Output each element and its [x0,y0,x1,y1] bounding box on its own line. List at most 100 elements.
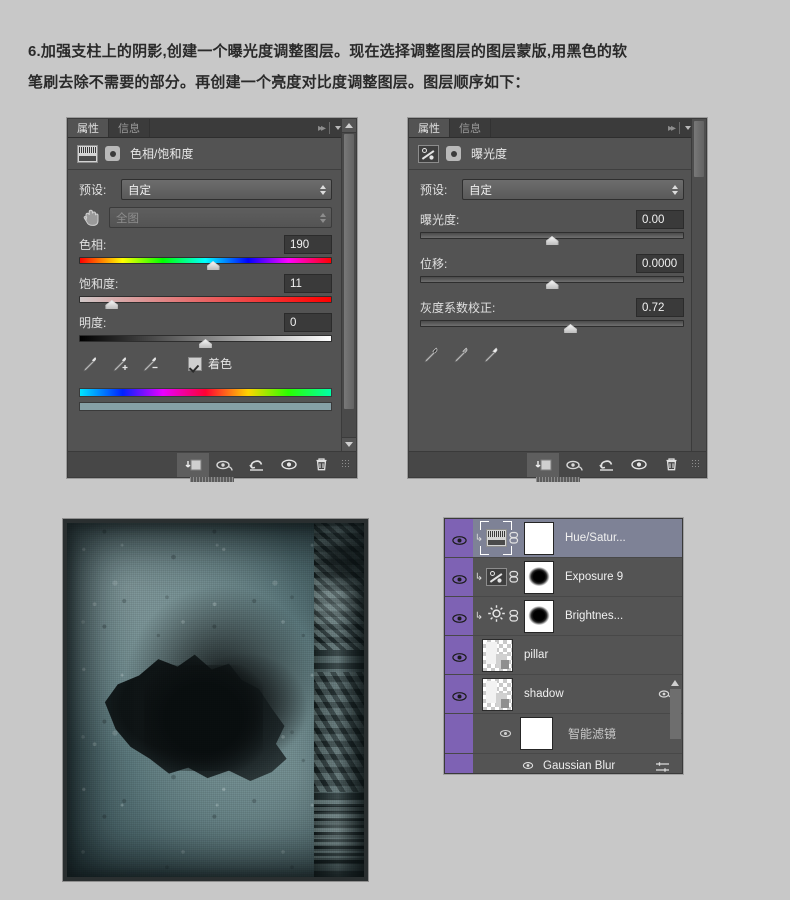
smart-filters-row[interactable]: 智能滤镜 [445,714,682,754]
range-value: 全图 [116,210,139,226]
layer-mask-thumbnail[interactable] [524,522,554,555]
eyedropper-white-point-icon[interactable] [483,346,500,363]
panel-tab-bar: 属性 信息 ▸▸ [409,119,706,138]
exposure-value-field[interactable]: 0.00 [636,210,684,229]
preset-row: 预设: 自定 [79,179,332,200]
eyedropper-subtract-icon[interactable] [142,355,159,372]
reset-icon[interactable] [591,453,623,477]
preset-dropdown[interactable]: 自定 [462,179,684,200]
resize-grip[interactable] [341,459,351,469]
view-previous-state-icon[interactable] [559,453,591,477]
clip-to-layer-icon[interactable] [527,453,559,477]
layer-mask-icon[interactable] [446,146,461,161]
table-row[interactable]: shadow [445,675,682,714]
adjustment-thumbnail[interactable] [485,527,507,549]
tab-info[interactable]: 信息 [450,119,491,137]
smart-filters-label: 智能滤镜 [568,725,616,742]
double-arrow-right-icon[interactable]: ▸▸ [668,123,674,134]
hue-slider[interactable] [79,257,332,265]
smart-filters-visibility-toggle[interactable] [499,725,512,743]
table-row[interactable]: ↳ Exposure 9 [445,558,682,597]
delete-layer-icon[interactable] [305,453,337,477]
offset-row: 位移: 0.0000 [420,254,684,273]
lightness-value-field[interactable]: 0 [284,313,332,332]
filter-settings-icon[interactable] [655,760,670,772]
clip-to-layer-icon[interactable] [177,453,209,477]
adjustment-thumbnail[interactable] [485,605,507,627]
range-row: 全图 [79,207,332,228]
layer-visibility-toggle[interactable] [445,675,473,713]
delete-layer-icon[interactable] [655,453,687,477]
clipping-mask-indicator: ↳ [473,611,485,622]
hue-saturation-icon [486,529,507,547]
eyedropper-add-icon[interactable] [112,355,129,372]
table-row[interactable]: pillar [445,636,682,675]
resize-grip[interactable] [691,459,701,469]
toggle-visibility-icon[interactable] [623,453,655,477]
panel-scrollbar[interactable] [691,119,706,451]
tab-properties[interactable]: 属性 [68,119,109,137]
eyedropper-gray-point-icon[interactable] [453,346,470,363]
filter-row[interactable]: Gaussian Blur [445,754,682,774]
adjustment-thumbnail[interactable] [485,566,507,588]
hue-value-field[interactable]: 190 [284,235,332,254]
lightness-slider[interactable] [79,335,332,343]
smart-filter-mask-thumbnail[interactable] [520,717,553,750]
panel-drag-nub[interactable] [536,477,580,482]
saturation-slider[interactable] [79,296,332,304]
eye-icon [451,689,468,700]
layer-visibility-toggle[interactable] [445,558,473,596]
filter-visibility-toggle[interactable] [522,757,534,775]
saturation-value-field[interactable]: 11 [284,274,332,293]
layer-visibility-toggle[interactable] [445,597,473,635]
double-arrow-right-icon[interactable]: ▸▸ [318,123,324,134]
layer-mask-thumbnail[interactable] [524,600,554,633]
layer-name: Exposure 9 [565,571,623,583]
layer-mask-thumbnail[interactable] [524,561,554,594]
layers-scrollbar[interactable] [670,689,681,739]
scroll-up-arrow[interactable] [671,680,679,686]
gamma-value-field[interactable]: 0.72 [636,298,684,317]
layer-thumbnail[interactable] [482,678,513,711]
photo-vignette [67,523,364,877]
clipping-mask-indicator: ↳ [473,572,485,583]
exposure-icon [418,145,439,163]
offset-slider[interactable] [420,276,684,284]
panel-scrollbar[interactable] [341,119,356,451]
eyedropper-black-point-icon[interactable] [423,346,440,363]
layer-visibility-toggle[interactable] [445,636,473,674]
panel-drag-nub[interactable] [190,477,234,482]
offset-value-field[interactable]: 0.0000 [636,254,684,273]
lightness-row: 明度: 0 [79,313,332,332]
table-row[interactable]: ↳ Brightnes... [445,597,682,636]
scroll-down-arrow[interactable] [342,437,356,451]
gamma-label: 灰度系数校正: [420,299,495,316]
link-icon[interactable] [507,570,521,584]
link-icon[interactable] [507,609,521,623]
eyedropper-icon[interactable] [82,355,99,372]
preset-dropdown[interactable]: 自定 [121,179,332,200]
hue-saturation-properties-panel: 属性 信息 ▸▸ 色相/饱和度 预设: 自定 [67,118,357,478]
range-dropdown[interactable]: 全图 [109,207,332,228]
layer-thumbnail[interactable] [482,639,513,672]
hand-icon[interactable] [81,209,101,227]
layer-name: shadow [524,688,564,700]
layer-visibility-toggle[interactable] [445,519,473,557]
colorize-checkbox[interactable]: 着色 [188,355,232,372]
tab-properties[interactable]: 属性 [409,119,450,137]
divider [329,122,330,134]
table-row[interactable]: ↳ Hue/Satur... [445,519,682,558]
checkbox-checked-icon [188,357,202,371]
saturation-label: 饱和度: [79,275,118,292]
view-previous-state-icon[interactable] [209,453,241,477]
reset-icon[interactable] [241,453,273,477]
toggle-visibility-icon[interactable] [273,453,305,477]
exposure-label: 曝光度: [420,211,459,228]
exposure-slider[interactable] [420,232,684,240]
scrollbar-thumb[interactable] [694,121,704,177]
scrollbar-thumb[interactable] [344,134,354,409]
gamma-slider[interactable] [420,320,684,328]
scroll-up-arrow[interactable] [342,119,356,133]
layer-mask-icon[interactable] [105,146,120,161]
tab-info[interactable]: 信息 [109,119,150,137]
